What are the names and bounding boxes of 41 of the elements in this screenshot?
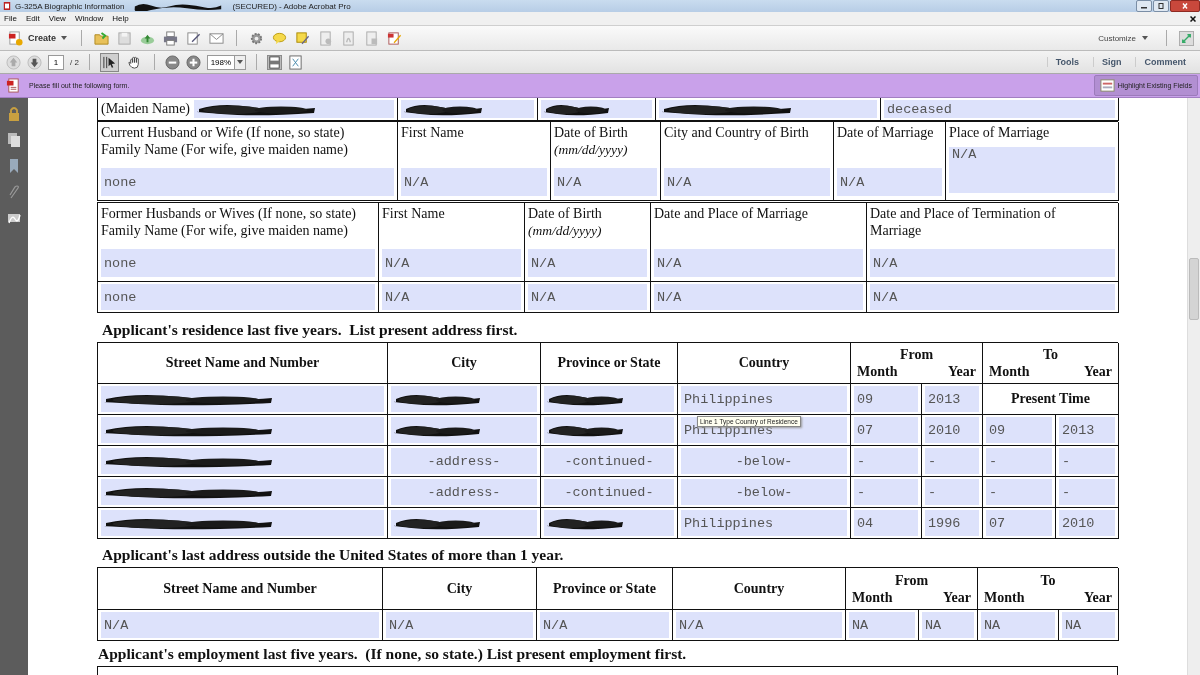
column-header: To bbox=[1041, 346, 1060, 363]
column-header: Country bbox=[738, 355, 790, 371]
field-hint: (mm/dd/yyyy) bbox=[553, 141, 629, 158]
column-header: Street Name and Number bbox=[165, 355, 320, 371]
field-label: First Name bbox=[381, 205, 446, 222]
column-header: Year bbox=[943, 588, 971, 606]
column-header: Province or State bbox=[557, 355, 661, 371]
column-header: Month bbox=[857, 363, 898, 380]
column-header: To bbox=[1039, 571, 1057, 589]
field-label: Date of Marriage bbox=[836, 124, 935, 141]
field-label: Current Husband or Wife (If none, so state) Family Name (For wife, give maiden name) bbox=[100, 124, 349, 158]
field-label: (Maiden Name) bbox=[101, 101, 191, 117]
section-heading: Applicant's last address outside the United States of more than 1 year. bbox=[101, 545, 565, 565]
section-heading: Applicant's residence last five years. List present address first. bbox=[101, 320, 519, 340]
field-label: Date of Birth bbox=[553, 124, 629, 141]
field-label: Place of Marriage bbox=[948, 124, 1051, 141]
cell-text: Present Time bbox=[1011, 391, 1090, 407]
field-hint: (mm/dd/yyyy) bbox=[527, 222, 603, 239]
column-header: Country bbox=[733, 580, 785, 597]
column-header: From bbox=[898, 346, 935, 363]
window-title: (SECURED) - Adobe Acrobat Pro bbox=[232, 1, 351, 11]
column-header: Street Name and Number bbox=[163, 580, 317, 597]
column-header: From bbox=[893, 571, 930, 589]
field-label: City and Country of Birth bbox=[663, 124, 810, 141]
window-title: G-325A Biographic Information bbox=[15, 1, 125, 11]
page-count: / 2 bbox=[70, 57, 79, 67]
field-label: Date and Place of Termination of Marriage bbox=[869, 205, 1057, 239]
column-header: City bbox=[451, 355, 477, 371]
field-label: Date of Birth bbox=[527, 205, 603, 222]
column-header: Year bbox=[1084, 588, 1112, 606]
column-header: Month bbox=[989, 363, 1030, 380]
column-header: Month bbox=[852, 588, 893, 606]
field-label: Former Husbands or Wives (If none, so state) Family Name (For wife, give maiden name) bbox=[100, 205, 357, 239]
column-header: Year bbox=[1084, 363, 1112, 380]
section-heading: Applicant's employment last five years. (If none, so state.) List present employment first. bbox=[97, 643, 688, 664]
column-header: Month bbox=[984, 588, 1025, 606]
column-header: Year bbox=[948, 363, 976, 380]
column-header: Province or State bbox=[553, 580, 656, 597]
field-label: First Name bbox=[400, 124, 465, 141]
column-header: City bbox=[446, 580, 473, 597]
field-label: Date and Place of Marriage bbox=[653, 205, 809, 222]
